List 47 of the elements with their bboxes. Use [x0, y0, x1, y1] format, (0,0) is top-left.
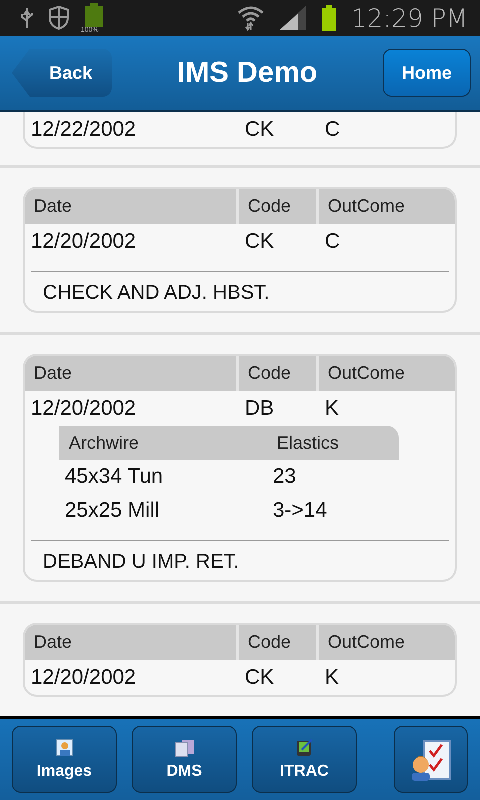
- table-cell-text: 3->14: [272, 499, 328, 523]
- table-cell-text: C: [324, 230, 342, 254]
- table-cell-text: 23: [272, 465, 298, 489]
- table-cell-text: 12/20/2002: [30, 666, 138, 690]
- tablet-pen-icon: [296, 738, 314, 756]
- column-header: Code: [236, 189, 316, 224]
- back-button[interactable]: Back: [12, 49, 112, 97]
- toolbar-button[interactable]: DMS: [132, 726, 237, 793]
- table-cell-text: CK: [244, 666, 276, 690]
- toolbar-button[interactable]: ITRAC: [252, 726, 357, 793]
- column-header: Date: [33, 362, 74, 385]
- column-header: OutCome: [316, 189, 455, 224]
- table-cell-text: 25x25 Mill: [64, 499, 161, 523]
- table-cell-text: 45x34 Tun: [64, 465, 164, 489]
- battery-icon: [84, 3, 104, 27]
- table-cell-text: 12/20/2002: [30, 230, 138, 254]
- column-header: Elastics: [276, 432, 340, 454]
- checklist-person-icon: [410, 738, 452, 780]
- page-title: IMS Demo: [177, 56, 318, 90]
- table-cell-text: CK: [244, 230, 276, 254]
- home-button[interactable]: Home: [383, 49, 471, 97]
- battery-icon: [321, 5, 338, 31]
- shield-icon: [48, 6, 70, 30]
- table-cell-text: 12/20/2002: [30, 396, 138, 420]
- toolbar-button[interactable]: Images: [12, 726, 117, 793]
- table-cell-text: C: [324, 118, 342, 142]
- table-cell-text: K: [324, 396, 340, 420]
- column-header: Archwire: [68, 432, 140, 454]
- documents-icon: [174, 738, 194, 756]
- column-header: Date: [33, 631, 74, 654]
- table-cell-text: 12/22/2002: [30, 118, 138, 142]
- portrait-icon: [56, 738, 74, 756]
- column-header: Code: [236, 625, 316, 660]
- column-header: OutCome: [316, 356, 455, 391]
- column-header: Code: [236, 356, 316, 391]
- table-cell-text: K: [324, 666, 340, 690]
- visit-note: CHECK AND ADJ. HBST.: [42, 281, 271, 306]
- clock-time: 12:29 PM: [351, 4, 468, 32]
- visit-note: DEBAND U IMP. RET.: [42, 550, 240, 575]
- signal-icon: [279, 5, 308, 31]
- checklist-button[interactable]: [394, 726, 468, 793]
- wifi-icon: [237, 5, 266, 31]
- column-header: OutCome: [316, 625, 455, 660]
- table-cell-text: DB: [244, 396, 276, 420]
- column-header: Date: [33, 195, 74, 218]
- usb-icon: [20, 7, 34, 29]
- table-cell-text: CK: [244, 118, 276, 142]
